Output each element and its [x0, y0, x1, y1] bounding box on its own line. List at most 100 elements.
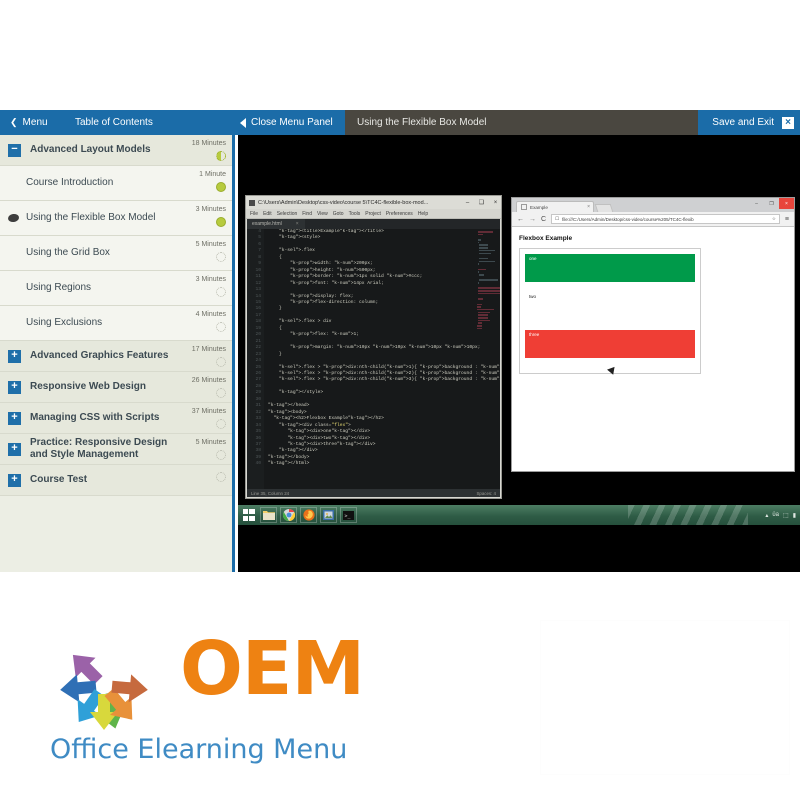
minimap-line	[478, 252, 491, 254]
minimize-icon[interactable]: –	[749, 198, 764, 209]
close-icon[interactable]: ×	[782, 116, 794, 129]
toc-item-0[interactable]: − Advanced Layout Models 18 Minutes	[0, 135, 232, 166]
save-and-exit-button[interactable]: Save and Exit	[712, 117, 774, 128]
close-icon[interactable]: ×	[779, 198, 794, 209]
new-tab-button[interactable]	[594, 204, 614, 212]
toc-item-duration: 5 Minutes	[195, 241, 226, 248]
close-icon[interactable]: ×	[587, 204, 590, 210]
toc-item-1[interactable]: Course Introduction 1 Minute	[0, 166, 232, 201]
expand-icon[interactable]: +	[8, 473, 21, 487]
address-bar[interactable]: ☐ file:///C:/Users/Admin/Desktop/css-vid…	[551, 214, 780, 224]
maximize-icon[interactable]: ❑	[476, 197, 487, 208]
minimap-line	[477, 301, 478, 303]
current-lesson-marker-icon	[7, 213, 20, 223]
oem-logo: OEM Office Elearning Menu	[18, 626, 398, 776]
toc-item-3[interactable]: Using the Grid Box 5 Minutes	[0, 236, 232, 271]
bookmark-star-icon[interactable]: ☆	[772, 216, 776, 222]
code-minimap[interactable]	[477, 231, 500, 330]
expand-icon[interactable]: +	[8, 411, 21, 425]
back-icon[interactable]: ←	[517, 216, 524, 223]
editor-menu-view[interactable]: View	[317, 211, 328, 217]
editor-tab[interactable]: example.html ×	[247, 219, 305, 229]
minimap-line	[478, 260, 495, 263]
system-tray[interactable]: ▴ ὐa ⬚ ▮	[765, 512, 796, 519]
file-explorer-icon[interactable]	[260, 507, 277, 523]
tray-icon-2[interactable]: ⬚	[783, 512, 789, 519]
editor-menu-edit[interactable]: Edit	[263, 211, 272, 217]
toc-item-duration: 3 Minutes	[195, 206, 226, 213]
page-favicon	[521, 204, 527, 210]
menu-button[interactable]: ❮ Menu	[0, 110, 75, 135]
toc-item-meta: 37 Minutes	[182, 407, 226, 434]
editor-menu-find[interactable]: Find	[302, 211, 312, 217]
browser-tab[interactable]: Example ×	[516, 201, 594, 212]
progress-indicator-icon	[216, 472, 226, 482]
minimize-icon[interactable]: –	[462, 197, 473, 208]
toc-item-7[interactable]: + Responsive Web Design 26 Minutes	[0, 372, 232, 403]
close-menu-panel-button[interactable]: Close Menu Panel	[240, 117, 345, 128]
image-viewer-icon[interactable]	[320, 507, 337, 523]
browser-window[interactable]: Example × – ❐ × ← → C ☐ file:///C:/Users…	[511, 197, 795, 472]
minimap-line	[478, 244, 488, 246]
editor-menu-help[interactable]: Help	[418, 211, 428, 217]
code-editor-window[interactable]: C:\Users\Admin\Desktop\css-video\course …	[245, 195, 502, 499]
toc-item-duration: 37 Minutes	[191, 408, 226, 415]
editor-menu-preferences[interactable]: Preferences	[386, 211, 413, 217]
windows-start-icon[interactable]	[240, 507, 257, 523]
google-chrome-icon[interactable]	[280, 507, 297, 523]
address-bar-url: file:///C:/Users/Admin/Desktop/css-video…	[562, 216, 694, 222]
video-player-stage[interactable]: C:\Users\Admin\Desktop\css-video\course …	[238, 135, 800, 572]
tray-icon-1[interactable]: ὐa	[772, 512, 779, 518]
mozilla-firefox-icon[interactable]	[300, 507, 317, 523]
taskbar-stripes-decoration	[628, 505, 748, 525]
tray-icon-3[interactable]: ▮	[793, 512, 796, 519]
toc-item-9[interactable]: + Practice: Responsive Design and Style M…	[0, 434, 232, 465]
current-lesson-title: Using the Flexible Box Model	[345, 110, 699, 135]
collapse-icon[interactable]: −	[8, 143, 21, 157]
minimap-line	[477, 292, 500, 295]
editor-menu-selection[interactable]: Selection	[277, 211, 298, 217]
toc-item-4[interactable]: Using Regions 3 Minutes	[0, 271, 232, 306]
maximize-icon[interactable]: ❐	[764, 198, 779, 209]
command-prompt-icon[interactable]: >_	[340, 507, 357, 523]
toc-item-2[interactable]: Using the Flexible Box Model 3 Minutes	[0, 201, 232, 236]
progress-indicator-icon	[216, 217, 226, 227]
editor-menu-file[interactable]: File	[250, 211, 258, 217]
toc-item-meta: 17 Minutes	[182, 345, 226, 372]
expand-icon[interactable]: +	[8, 442, 21, 456]
editor-menu-bar[interactable]: File Edit Selection Find View Goto Tools Projec…	[246, 209, 501, 219]
reload-icon[interactable]: C	[541, 216, 546, 223]
toc-item-5[interactable]: Using Exclusions 4 Minutes	[0, 306, 232, 341]
toc-item-duration: 17 Minutes	[191, 346, 226, 353]
toc-item-duration: 5 Minutes	[195, 439, 226, 446]
expand-icon[interactable]: +	[8, 349, 21, 363]
tray-icon-0[interactable]: ▴	[765, 512, 768, 519]
windows-taskbar[interactable]: >_ ▴ ὐa ⬚ ▮	[238, 505, 800, 525]
forward-icon[interactable]: →	[529, 216, 536, 223]
minimap-line	[478, 257, 489, 260]
toc-item-6[interactable]: + Advanced Graphics Features 17 Minutes	[0, 341, 232, 372]
minimap-line	[477, 236, 478, 238]
editor-menu-tools[interactable]: Tools	[349, 211, 361, 217]
flex-item-one: one	[525, 254, 695, 282]
toc-item-8[interactable]: + Managing CSS with Scripts 37 Minutes	[0, 403, 232, 434]
page-heading: Flexbox Example	[519, 235, 573, 242]
close-menu-panel-label: Close Menu Panel	[251, 117, 333, 128]
toc-item-duration: 1 Minute	[199, 171, 226, 178]
page-info-icon: ☐	[555, 216, 560, 221]
browser-menu-icon[interactable]: ≡	[785, 216, 789, 223]
expand-icon[interactable]: +	[8, 380, 21, 394]
minimap-line	[478, 274, 485, 276]
toc-item-10[interactable]: + Course Test	[0, 465, 232, 496]
page-root: ❮ Menu Table of Contents Close Menu Pane…	[0, 0, 800, 800]
editor-code-area[interactable]: 4 5 6 7 8 9 10 11 12 13 14 15 16 17 18 1…	[247, 229, 500, 489]
table-of-contents-sidebar[interactable]: − Advanced Layout Models 18 Minutes Course …	[0, 135, 235, 572]
close-icon[interactable]: ×	[490, 197, 501, 208]
editor-status-bar: Line 35, Column 24 Spaces: 4	[247, 489, 500, 497]
minimap-line	[477, 285, 478, 287]
editor-menu-goto[interactable]: Goto	[333, 211, 344, 217]
editor-menu-project[interactable]: Project	[365, 211, 381, 217]
close-icon[interactable]: ×	[296, 221, 299, 227]
app-icon	[249, 199, 255, 206]
toc-item-meta: 26 Minutes	[182, 376, 226, 403]
